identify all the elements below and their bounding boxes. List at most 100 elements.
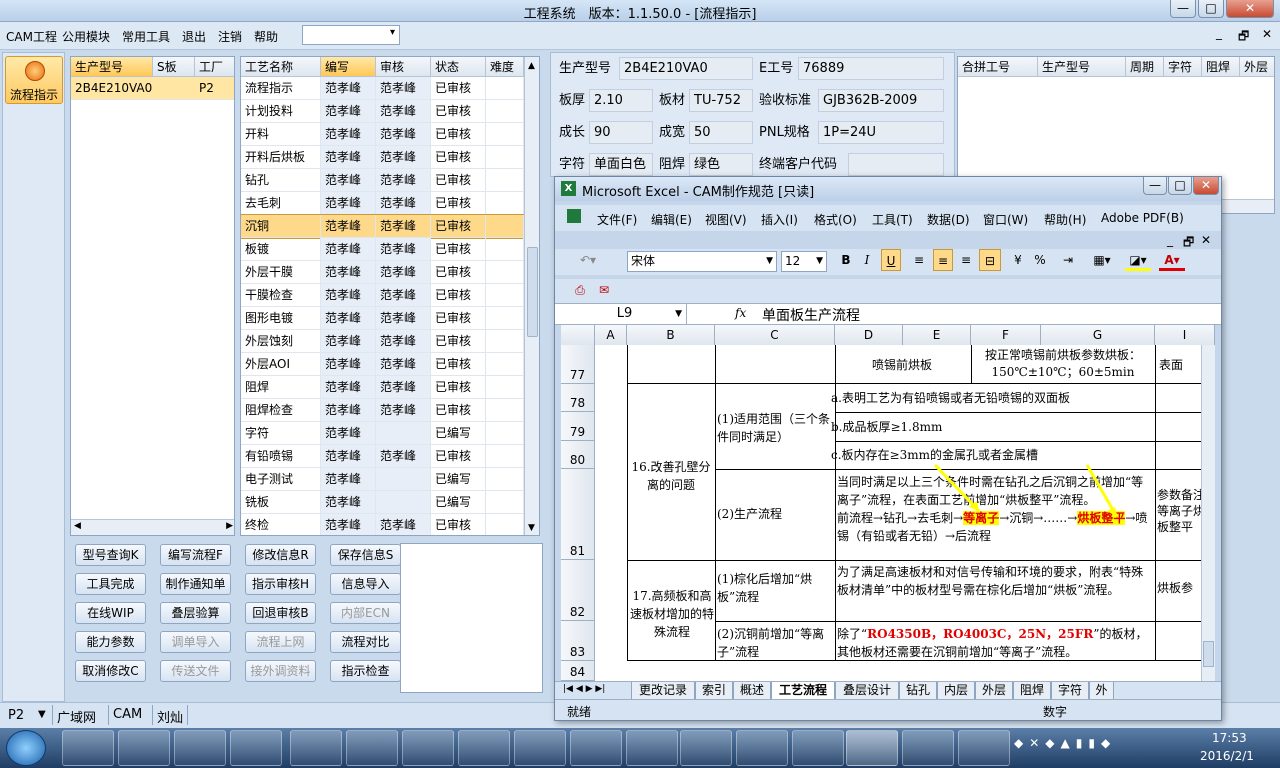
cell-b82[interactable]: 17.高频板和高速板材增加的特殊流程	[629, 587, 715, 641]
cell-b80[interactable]: 16.改善孔壁分离的问题	[629, 458, 713, 494]
taskbar-window-icon[interactable]	[570, 730, 622, 766]
excel-menu-insert[interactable]: 插入(I)	[761, 211, 798, 228]
action-button[interactable]: 保存信息S	[330, 544, 401, 566]
cell-d80[interactable]: c.板内存在≥3mm的金属孔或者金属槽	[831, 446, 1155, 464]
thickness-field[interactable]: 2.10	[589, 89, 653, 112]
taskbar-excel-icon[interactable]	[846, 730, 898, 766]
menu-cam[interactable]: CAM工程	[6, 28, 57, 45]
action-button[interactable]: 回退审核B	[245, 602, 316, 624]
taskbar-save-icon[interactable]	[62, 730, 114, 766]
col-header-a[interactable]: A	[595, 325, 627, 345]
taskbar-app-g-icon[interactable]	[118, 730, 170, 766]
cell-d82[interactable]: 为了满足高速板材和对信号传输和环境的要求，附表“特殊板材清单”中的板材型号需在棕…	[837, 563, 1153, 599]
start-button[interactable]	[6, 730, 46, 766]
excel-menu-format[interactable]: 格式(O)	[814, 211, 857, 228]
indent-icon[interactable]: ⇥	[1059, 249, 1077, 271]
action-button[interactable]: 接外调资料	[245, 660, 316, 682]
excel-menu-adobe-pdf[interactable]: Adobe PDF(B)	[1101, 211, 1184, 225]
pdf-convert-icon[interactable]: ⎙	[571, 279, 589, 301]
excel-menu-view[interactable]: 视图(V)	[705, 211, 747, 228]
mask-field[interactable]: 绿色	[689, 153, 753, 176]
notes-area[interactable]	[400, 543, 543, 693]
mdi-close[interactable]: ✕	[1262, 27, 1272, 41]
action-button[interactable]: 流程上网	[245, 631, 316, 653]
col-header-e[interactable]: E	[903, 325, 971, 345]
cell-c81[interactable]: (2)生产流程	[717, 505, 833, 523]
sheet-tab[interactable]: 索引	[695, 682, 733, 700]
row-header-78[interactable]: 78	[561, 384, 595, 412]
fill-color-icon[interactable]: ◪▾	[1125, 249, 1151, 271]
col-header-c[interactable]: C	[715, 325, 835, 345]
action-button[interactable]: 工具完成	[75, 573, 146, 595]
sheet-tab[interactable]: 钻孔	[899, 682, 937, 700]
col-panel-outer[interactable]: 外层	[1240, 57, 1274, 77]
material-field[interactable]: TU-752	[689, 89, 753, 112]
col-reviewer[interactable]: 审核	[376, 57, 431, 77]
table-row[interactable]: 2B4E210VA0 P2	[71, 77, 234, 100]
taskbar-app-eye-icon[interactable]	[680, 730, 732, 766]
h-scrollbar[interactable]: ◀ ▶	[71, 519, 234, 535]
taskbar-window-icon[interactable]	[626, 730, 678, 766]
action-button[interactable]: 编写流程F	[160, 544, 231, 566]
select-all[interactable]	[561, 325, 595, 345]
cell-d77[interactable]: 喷锡前烘板	[836, 356, 968, 374]
col-header-b[interactable]: B	[627, 325, 715, 345]
action-button[interactable]: 在线WIP	[75, 602, 146, 624]
action-button[interactable]: 制作通知单	[160, 573, 231, 595]
italic-icon[interactable]: I	[858, 249, 876, 271]
menu-help[interactable]: 帮助	[254, 28, 278, 45]
scroll-thumb[interactable]	[527, 247, 538, 337]
col-panel-model[interactable]: 生产型号	[1038, 57, 1126, 77]
fx-icon[interactable]: fx	[735, 306, 746, 320]
formula-input[interactable]: 单面板生产流程	[762, 305, 860, 325]
col-panel-cycle[interactable]: 周期	[1126, 57, 1164, 77]
taskbar-app-eye-icon[interactable]	[230, 730, 282, 766]
taskbar-app-p-icon[interactable]	[174, 730, 226, 766]
merge-center-icon[interactable]: ⊟	[979, 249, 1001, 271]
nav-process-button[interactable]: 流程指示	[5, 56, 63, 104]
cell-f77[interactable]: 按正常喷锡前烘板参数烘板：150℃±10℃；60±5min	[973, 347, 1153, 381]
action-button[interactable]: 修改信息R	[245, 544, 316, 566]
model-field[interactable]: 2B4E210VA0	[619, 57, 753, 80]
excel-menu-window[interactable]: 窗口(W)	[983, 211, 1028, 228]
menu-logout[interactable]: 注销	[218, 28, 242, 45]
excel-doc-close[interactable]: ✕	[1201, 233, 1211, 247]
clock-time[interactable]: 17:53	[1212, 731, 1247, 745]
col-process[interactable]: 工艺名称	[241, 57, 321, 77]
excel-minimize-button[interactable]: —	[1143, 177, 1167, 195]
font-name-select[interactable]: 宋体 ▼	[627, 251, 777, 272]
tab-nav-icon[interactable]: |◀ ◀ ▶ ▶|	[563, 684, 605, 694]
col-model[interactable]: 生产型号	[71, 57, 153, 77]
close-button[interactable]: ✕	[1226, 0, 1274, 18]
action-button[interactable]: 取消修改C	[75, 660, 146, 682]
col-header-f[interactable]: F	[971, 325, 1041, 345]
row-header-81[interactable]: 81	[561, 469, 595, 560]
menu-tools[interactable]: 常用工具	[122, 28, 170, 45]
table-row[interactable]: 阻焊检查 范孝峰 范孝峰 已审核	[241, 399, 524, 422]
table-row[interactable]: 流程指示 范孝峰 范孝峰 已审核	[241, 77, 524, 100]
cell-c79[interactable]: (1)适用范围（三个条件同时满足）	[717, 410, 833, 446]
align-left-icon[interactable]: ≡	[910, 249, 928, 271]
row-header-79[interactable]: 79	[561, 412, 595, 441]
taskbar-shell-icon[interactable]	[902, 730, 954, 766]
taskbar-excel-icon[interactable]	[792, 730, 844, 766]
font-color-icon[interactable]: A▾	[1159, 249, 1185, 271]
percent-icon[interactable]: %	[1031, 249, 1049, 271]
align-center-icon[interactable]: ≡	[933, 249, 953, 271]
pdf-mail-icon[interactable]: ✉	[595, 279, 613, 301]
mdi-restore[interactable]: 🗗	[1238, 27, 1249, 48]
action-button[interactable]: 调单导入	[160, 631, 231, 653]
action-button[interactable]: 型号查询K	[75, 544, 146, 566]
width-field[interactable]: 50	[689, 121, 753, 144]
table-row[interactable]: 开料后烘板 范孝峰 范孝峰 已审核	[241, 146, 524, 169]
action-button[interactable]: 叠层验算	[160, 602, 231, 624]
table-row[interactable]: 计划投料 范孝峰 范孝峰 已审核	[241, 100, 524, 123]
taskbar-window-icon[interactable]	[346, 730, 398, 766]
sheet-v-scrollbar[interactable]	[1201, 345, 1215, 681]
v-scrollbar[interactable]: ▲ ▼	[524, 57, 539, 535]
excel-maximize-button[interactable]: □	[1168, 177, 1192, 195]
excel-menu-edit[interactable]: 编辑(E)	[651, 211, 692, 228]
name-box[interactable]: L9 ▼	[563, 304, 687, 324]
table-row[interactable]: 开料 范孝峰 范孝峰 已审核	[241, 123, 524, 146]
underline-icon[interactable]: U	[881, 249, 901, 271]
